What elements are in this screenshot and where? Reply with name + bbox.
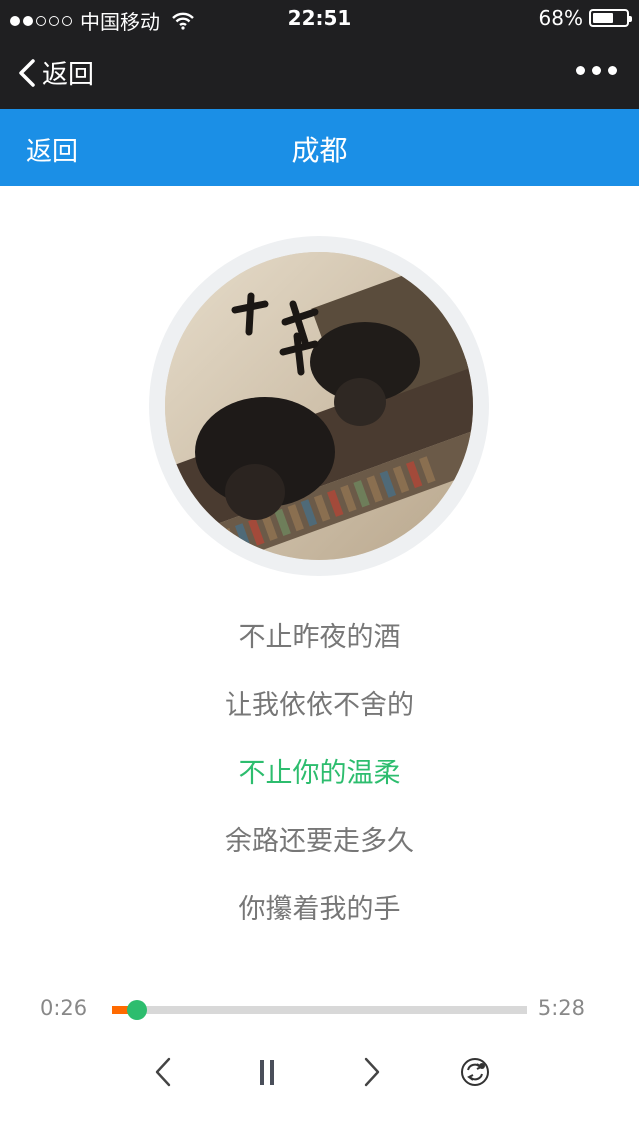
- more-icon[interactable]: [576, 66, 617, 75]
- lyric-line: 让我依依不舍的: [225, 690, 414, 721]
- chevron-left-icon: [155, 1057, 171, 1087]
- pause-button[interactable]: [245, 1050, 289, 1094]
- wechat-nav-bar: 返回: [0, 36, 639, 109]
- total-time: 5:28: [537, 996, 585, 1020]
- chevron-right-icon: [364, 1057, 380, 1087]
- lyrics-panel: 不止昨夜的酒 让我依依不舍的 不止你的温柔 余路还要走多久 你攥着我的手: [0, 616, 639, 956]
- previous-button[interactable]: [142, 1050, 186, 1094]
- pause-icon: [260, 1060, 274, 1085]
- lyric-line: 你攥着我的手: [238, 894, 401, 925]
- lyric-line: 余路还要走多久: [225, 826, 414, 857]
- loop-mode-button[interactable]: [453, 1050, 497, 1094]
- next-button[interactable]: [349, 1050, 393, 1094]
- album-cover-image: [165, 252, 473, 560]
- repeat-icon: [461, 1058, 489, 1086]
- page-title: 成都: [291, 134, 348, 167]
- progress-row: 0:26 5:28: [0, 990, 639, 1030]
- lyric-line-current: 不止你的温柔: [238, 758, 401, 789]
- chevron-left-icon: [19, 58, 35, 87]
- status-right: 68%: [538, 6, 632, 30]
- album-disc: [149, 236, 489, 576]
- progress-track[interactable]: [112, 1000, 527, 1020]
- app-header: 返回 成都: [0, 109, 639, 186]
- player-controls: [0, 1050, 639, 1094]
- status-bar: 中国移动 22:51 68%: [0, 0, 639, 36]
- progress-thumb[interactable]: [126, 1000, 147, 1020]
- battery-icon: [589, 9, 632, 27]
- wechat-back-label: 返回: [42, 60, 95, 90]
- wechat-back-button[interactable]: 返回: [16, 54, 94, 91]
- lyric-line: 不止昨夜的酒: [238, 622, 401, 653]
- battery-percent: 68%: [538, 6, 583, 30]
- current-time: 0:26: [40, 996, 88, 1020]
